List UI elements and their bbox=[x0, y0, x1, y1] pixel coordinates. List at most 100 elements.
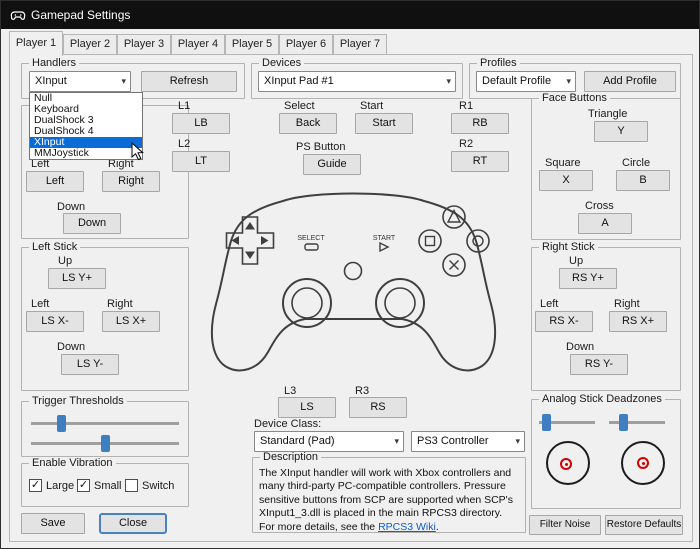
vibration-large-checkbox[interactable]: ✓ bbox=[29, 479, 42, 492]
vibration-switch-label: Switch bbox=[142, 480, 174, 492]
vibration-small-label: Small bbox=[94, 480, 122, 492]
r3-bind-button[interactable]: RS bbox=[349, 397, 407, 418]
controller-type-select[interactable]: PS3 Controller ▾ bbox=[411, 431, 525, 452]
right-trigger-threshold-slider[interactable] bbox=[31, 442, 179, 445]
left-stick-deadzone-slider[interactable] bbox=[539, 421, 595, 424]
triangle-bind-button[interactable]: Y bbox=[594, 121, 648, 142]
rs-right-bind-button[interactable]: RS X+ bbox=[609, 311, 667, 332]
vibration-switch-checkbox[interactable] bbox=[125, 479, 138, 492]
ls-up-bind-button[interactable]: LS Y+ bbox=[48, 268, 106, 289]
select-engraving: SELECT bbox=[297, 235, 325, 242]
profiles-group-label: Profiles bbox=[477, 57, 520, 69]
ls-left-bind-button[interactable]: LS X- bbox=[26, 311, 84, 332]
cross-label: Cross bbox=[585, 200, 614, 212]
save-button[interactable]: Save bbox=[21, 513, 85, 534]
description-group-label: Description bbox=[260, 451, 321, 463]
rs-down-label: Down bbox=[566, 341, 594, 353]
slider-thumb[interactable] bbox=[619, 414, 628, 431]
rs-up-bind-button[interactable]: RS Y+ bbox=[559, 268, 617, 289]
square-button-circle bbox=[419, 230, 441, 252]
square-glyph bbox=[426, 237, 435, 246]
square-bind-button[interactable]: X bbox=[539, 170, 593, 191]
trigger-thresholds-group-label: Trigger Thresholds bbox=[29, 395, 127, 407]
ps-bind-button[interactable]: Guide bbox=[303, 154, 361, 175]
left-stick-group-label: Left Stick bbox=[29, 241, 80, 253]
vibration-large-label: Large bbox=[46, 480, 74, 492]
window-title: Gamepad Settings bbox=[31, 8, 130, 22]
ps-button-label: PS Button bbox=[296, 141, 346, 153]
controller-body bbox=[212, 194, 495, 371]
right-stick-deadzone-preview bbox=[621, 441, 665, 485]
chevron-down-icon: ▾ bbox=[515, 432, 520, 451]
handler-option-mmjoystick[interactable]: MMJoystick bbox=[30, 148, 142, 159]
vibration-small-checkbox[interactable]: ✓ bbox=[77, 479, 90, 492]
dpad-right-bind-button[interactable]: Right bbox=[102, 171, 160, 192]
tab-player-7[interactable]: Player 7 bbox=[333, 34, 387, 55]
left-analog-stick-inner bbox=[292, 288, 322, 318]
slider-thumb[interactable] bbox=[542, 414, 551, 431]
tab-player-5[interactable]: Player 5 bbox=[225, 34, 279, 55]
select-label: Select bbox=[284, 100, 315, 112]
controller-illustration: SELECT START bbox=[186, 179, 521, 384]
start-button-shape bbox=[380, 243, 388, 251]
dpad-down-bind-button[interactable]: Down bbox=[63, 213, 121, 234]
rs-left-label: Left bbox=[540, 298, 558, 310]
circle-label: Circle bbox=[622, 157, 650, 169]
select-button-shape bbox=[305, 244, 318, 250]
rs-right-label: Right bbox=[614, 298, 640, 310]
add-profile-button[interactable]: Add Profile bbox=[584, 71, 676, 92]
chevron-down-icon: ▾ bbox=[566, 72, 571, 91]
ls-right-bind-button[interactable]: LS X+ bbox=[102, 311, 160, 332]
dpad-up-arrow bbox=[245, 222, 255, 230]
restore-defaults-button[interactable]: Restore Defaults bbox=[605, 515, 683, 535]
slider-thumb[interactable] bbox=[57, 415, 66, 432]
slider-thumb[interactable] bbox=[101, 435, 110, 452]
tab-player-3[interactable]: Player 3 bbox=[117, 34, 171, 55]
device-class-select[interactable]: Standard (Pad) ▾ bbox=[254, 431, 404, 452]
rs-down-bind-button[interactable]: RS Y- bbox=[570, 354, 628, 375]
start-bind-button[interactable]: Start bbox=[355, 113, 413, 134]
handler-dropdown-list: Null Keyboard DualShock 3 DualShock 4 XI… bbox=[29, 92, 143, 160]
circle-bind-button[interactable]: B bbox=[616, 170, 670, 191]
l3-bind-button[interactable]: LS bbox=[278, 397, 336, 418]
dpad-down-label: Down bbox=[57, 201, 85, 213]
r2-bind-button[interactable]: RT bbox=[451, 151, 509, 172]
start-engraving: START bbox=[373, 235, 396, 242]
right-analog-stick-inner bbox=[385, 288, 415, 318]
tab-player-1[interactable]: Player 1 bbox=[9, 31, 63, 56]
tab-player-2[interactable]: Player 2 bbox=[63, 34, 117, 55]
controller-type-value: PS3 Controller bbox=[417, 435, 489, 447]
title-bar: Gamepad Settings bbox=[1, 1, 699, 29]
enable-vibration-group-label: Enable Vibration bbox=[29, 457, 116, 469]
r2-label: R2 bbox=[459, 138, 473, 150]
cross-bind-button[interactable]: A bbox=[578, 213, 632, 234]
select-bind-button[interactable]: Back bbox=[279, 113, 337, 134]
handler-select[interactable]: XInput ▾ bbox=[29, 71, 131, 92]
filter-noise-button[interactable]: Filter Noise bbox=[529, 515, 601, 535]
ps-home-button bbox=[345, 263, 362, 280]
l1-bind-button[interactable]: LB bbox=[172, 113, 230, 134]
l2-bind-button[interactable]: LT bbox=[172, 151, 230, 172]
face-buttons-group-label: Face Buttons bbox=[539, 92, 610, 104]
description-suffix: . bbox=[436, 521, 439, 533]
right-stick-group-label: Right Stick bbox=[539, 241, 598, 253]
ls-right-label: Right bbox=[107, 298, 133, 310]
tab-player-6[interactable]: Player 6 bbox=[279, 34, 333, 55]
handler-selected-value: XInput bbox=[35, 75, 67, 87]
tab-player-4[interactable]: Player 4 bbox=[171, 34, 225, 55]
ls-down-bind-button[interactable]: LS Y- bbox=[61, 354, 119, 375]
close-button[interactable]: Close bbox=[99, 513, 167, 534]
device-select[interactable]: XInput Pad #1 ▾ bbox=[258, 71, 456, 92]
left-trigger-threshold-slider[interactable] bbox=[31, 422, 179, 425]
rpcs3-wiki-link[interactable]: RPCS3 Wiki bbox=[378, 521, 436, 533]
profile-select[interactable]: Default Profile ▾ bbox=[476, 71, 576, 92]
right-stick-deadzone-slider[interactable] bbox=[609, 421, 665, 424]
dpad-left-bind-button[interactable]: Left bbox=[26, 171, 84, 192]
ls-left-label: Left bbox=[31, 298, 49, 310]
r1-bind-button[interactable]: RB bbox=[451, 113, 509, 134]
devices-group-label: Devices bbox=[259, 57, 304, 69]
refresh-button[interactable]: Refresh bbox=[141, 71, 237, 92]
l2-label: L2 bbox=[178, 138, 190, 150]
rs-left-bind-button[interactable]: RS X- bbox=[535, 311, 593, 332]
gamepad-app-icon bbox=[10, 7, 26, 23]
